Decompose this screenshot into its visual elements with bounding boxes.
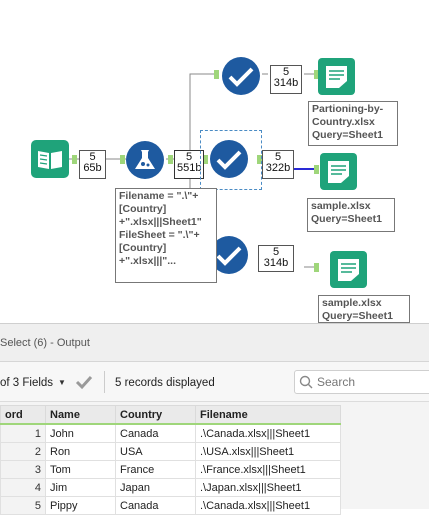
- cell-filename[interactable]: .\France.xlsx|||Sheet1: [195, 460, 341, 479]
- checkmark-icon: [222, 57, 260, 95]
- cell-country[interactable]: USA: [115, 442, 196, 461]
- column-header-record[interactable]: ord: [0, 405, 46, 425]
- cell-filename[interactable]: .\USA.xlsx|||Sheet1: [195, 442, 341, 461]
- output-document-icon: [320, 153, 357, 190]
- table-row[interactable]: 1 John Canada .\Canada.xlsx|||Sheet1: [0, 423, 341, 443]
- record-number: 4: [0, 478, 46, 497]
- output-document-icon: [318, 58, 355, 95]
- select-top-record-badge: 5 314b: [270, 65, 302, 94]
- output-top-annotation: Partioning-by- Country.xlsx Query=Sheet1: [308, 101, 398, 146]
- results-title: Select (6) - Output: [0, 337, 90, 349]
- column-header-country[interactable]: Country: [115, 405, 196, 425]
- results-title-bar: Select (6) - Output: [0, 324, 429, 362]
- book-icon: [31, 140, 69, 178]
- flask-icon: [126, 141, 164, 179]
- column-header-name[interactable]: Name: [45, 405, 116, 425]
- check-icon[interactable]: [75, 374, 93, 390]
- checkmark-icon: [210, 140, 248, 178]
- output-document-icon: [330, 251, 367, 288]
- formula-annotation: Filename = ".\"+ [Country] +".xlsx|||She…: [115, 188, 217, 283]
- output-tool-mid[interactable]: [320, 153, 357, 190]
- chevron-down-icon[interactable]: ▼: [58, 378, 66, 387]
- cell-name[interactable]: John: [45, 423, 116, 443]
- input-record-badge: 5 65b: [79, 150, 106, 179]
- select-mid-record-badge: 5 322b: [262, 150, 294, 179]
- records-count: 5 records displayed: [115, 377, 215, 389]
- fields-selector[interactable]: of 3 Fields: [0, 377, 53, 389]
- toolbar-divider: [104, 371, 105, 393]
- cell-country[interactable]: Japan: [115, 478, 196, 497]
- cell-filename[interactable]: .\Canada.xlsx|||Sheet1: [195, 423, 341, 443]
- search-input[interactable]: Search: [294, 370, 429, 394]
- table-row[interactable]: 4 Jim Japan .\Japan.xlsx|||Sheet1: [0, 478, 341, 497]
- output-bottom-annotation: sample.xlsx Query=Sheet1: [318, 295, 410, 323]
- cell-filename[interactable]: .\Japan.xlsx|||Sheet1: [195, 478, 341, 497]
- cell-country[interactable]: France: [115, 460, 196, 479]
- record-number: 5: [0, 496, 46, 515]
- results-pane: Select (6) - Output of 3 Fields ▼ 5 reco…: [0, 323, 429, 515]
- workflow-canvas[interactable]: 5 65b 5 551b 5 314b 5 322b 5 314b Filena…: [0, 0, 429, 323]
- table-row[interactable]: 5 Pippy Canada .\Canada.xlsx|||Sheet1: [0, 496, 341, 515]
- results-table[interactable]: ord Name Country Filename 1 John Canada …: [0, 405, 341, 515]
- column-header-filename[interactable]: Filename: [195, 405, 341, 425]
- table-row[interactable]: 2 Ron USA .\USA.xlsx|||Sheet1: [0, 442, 341, 461]
- output-tool-top[interactable]: [318, 58, 355, 95]
- output-mid-annotation: sample.xlsx Query=Sheet1: [307, 198, 395, 232]
- output-tool-bottom[interactable]: [330, 251, 367, 288]
- results-toolbar: of 3 Fields ▼ 5 records displayed Search: [0, 362, 429, 402]
- record-number: 3: [0, 460, 46, 479]
- cell-name[interactable]: Tom: [45, 460, 116, 479]
- search-icon: [299, 375, 313, 389]
- cell-country[interactable]: Canada: [115, 423, 196, 443]
- table-header-row: ord Name Country Filename: [0, 405, 341, 425]
- search-placeholder: Search: [317, 375, 356, 389]
- cell-country[interactable]: Canada: [115, 496, 196, 515]
- formula-tool[interactable]: [126, 141, 164, 179]
- cell-name[interactable]: Jim: [45, 478, 116, 497]
- record-number: 1: [0, 423, 46, 443]
- cell-name[interactable]: Pippy: [45, 496, 116, 515]
- record-number: 2: [0, 442, 46, 461]
- input-data-tool[interactable]: [31, 140, 69, 178]
- select-tool-mid[interactable]: [210, 140, 248, 178]
- cell-filename[interactable]: .\Canada.xlsx|||Sheet1: [195, 496, 341, 515]
- select-tool-top[interactable]: [222, 57, 260, 95]
- cell-name[interactable]: Ron: [45, 442, 116, 461]
- select-bottom-record-badge: 5 314b: [258, 245, 294, 272]
- table-row[interactable]: 3 Tom France .\France.xlsx|||Sheet1: [0, 460, 341, 479]
